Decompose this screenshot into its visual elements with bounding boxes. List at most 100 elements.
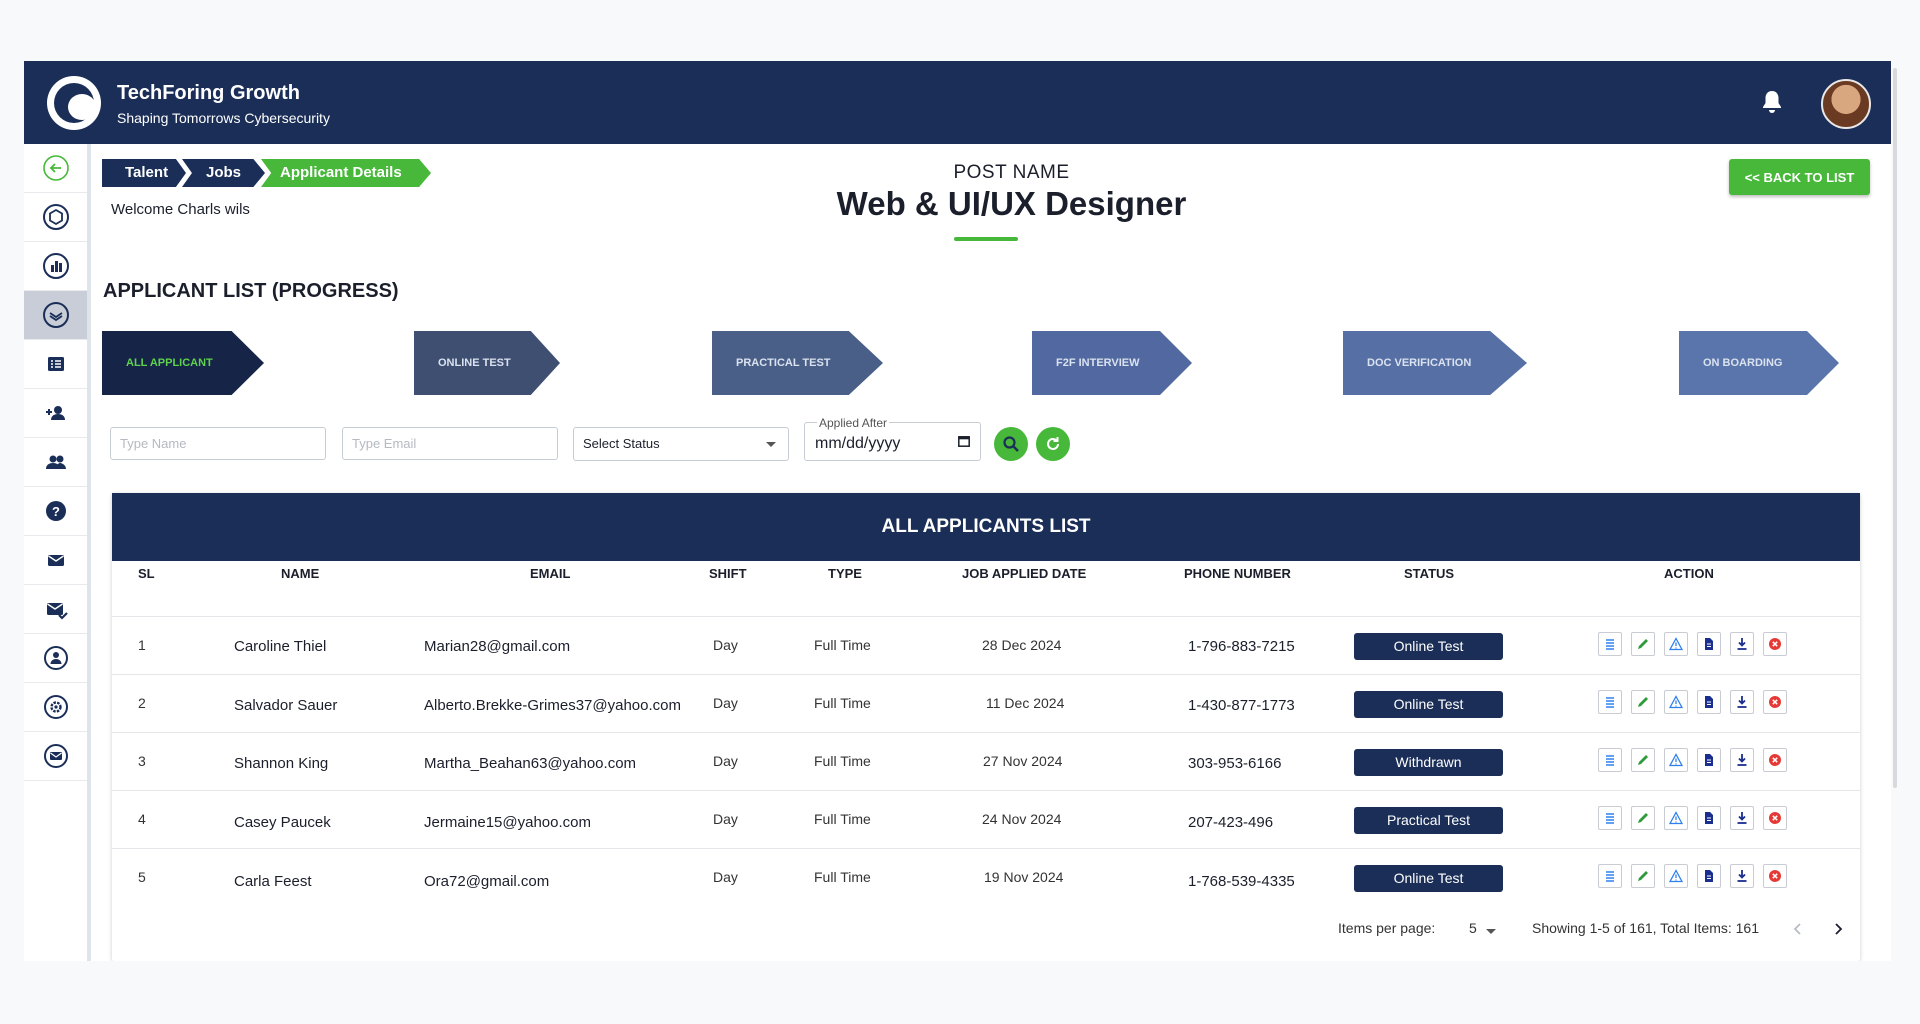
back-to-list-button[interactable]: << BACK TO LIST [1729, 159, 1870, 195]
sidebar-item-help[interactable]: ? [24, 487, 87, 536]
row-phone: 1-430-877-1773 [1188, 697, 1295, 714]
warning-button[interactable] [1664, 748, 1688, 772]
sidebar-item-add-user[interactable] [24, 389, 87, 438]
sidebar-item-talent[interactable] [24, 291, 87, 340]
warning-button[interactable] [1664, 864, 1688, 888]
warning-button[interactable] [1664, 632, 1688, 656]
search-button[interactable] [994, 427, 1028, 461]
delete-button[interactable] [1763, 806, 1787, 830]
delete-button[interactable] [1763, 864, 1787, 888]
edit-button[interactable] [1631, 748, 1655, 772]
document-icon [1705, 754, 1713, 766]
view-details-button[interactable] [1598, 690, 1622, 714]
pencil-icon [1638, 871, 1648, 881]
sidebar-item-settings[interactable] [24, 683, 87, 732]
delete-button[interactable] [1763, 632, 1787, 656]
close-circle-icon [1769, 754, 1781, 766]
delete-button[interactable] [1763, 748, 1787, 772]
items-per-page-select[interactable]: 5 [1469, 920, 1477, 936]
view-details-button[interactable] [1598, 806, 1622, 830]
add-user-icon [45, 406, 65, 420]
view-details-button[interactable] [1598, 632, 1622, 656]
document-icon [1705, 812, 1713, 824]
row-phone: 1-768-539-4335 [1188, 873, 1295, 890]
download-button[interactable] [1730, 864, 1754, 888]
step-on-boarding[interactable]: ON BOARDING [1679, 331, 1839, 395]
sidebar-item-users[interactable] [24, 438, 87, 487]
column-header-status: STATUS [1404, 566, 1455, 581]
document-button[interactable] [1697, 748, 1721, 772]
chart-icon [42, 253, 69, 279]
document-button[interactable] [1697, 864, 1721, 888]
sidebar-item-inbox[interactable] [24, 732, 87, 781]
calendar-icon[interactable] [958, 435, 970, 447]
sidebar-item-analytics[interactable] [24, 242, 87, 291]
breadcrumb-talent[interactable]: Talent [102, 159, 186, 187]
pagination-summary: Showing 1-5 of 161, Total Items: 161 [1532, 920, 1759, 936]
view-details-button[interactable] [1598, 748, 1622, 772]
document-button[interactable] [1697, 632, 1721, 656]
warning-button[interactable] [1664, 806, 1688, 830]
close-circle-icon [1769, 812, 1781, 824]
table-title: ALL APPLICANTS LIST [112, 493, 1860, 561]
reset-button[interactable] [1036, 427, 1070, 461]
applied-after-date-field[interactable]: Applied After mm/dd/yyyy [804, 416, 981, 461]
step-f2f-interview[interactable]: F2F INTERVIEW [1032, 331, 1192, 395]
users-icon [45, 455, 66, 469]
row-email: Martha_Beahan63@yahoo.com [424, 755, 637, 772]
column-header-type: TYPE [828, 566, 862, 581]
sidebar-item-list[interactable] [24, 340, 87, 389]
status-badge: Practical Test [1354, 807, 1503, 834]
items-per-page-label: Items per page: [1338, 920, 1436, 936]
mail-check-icon [46, 603, 68, 620]
step-practical-test[interactable]: PRACTICAL TEST [712, 331, 883, 395]
warning-icon [1669, 811, 1683, 825]
chevron-down-icon[interactable] [1486, 929, 1496, 934]
sidebar-item-mail[interactable] [24, 536, 87, 585]
status-select[interactable]: Select Status [573, 427, 789, 461]
close-circle-icon [1769, 696, 1781, 708]
sidebar-item-dashboard[interactable] [24, 193, 87, 242]
column-header-email: EMAIL [530, 566, 571, 581]
applied-after-value: mm/dd/yyyy [815, 435, 901, 452]
row-email: Jermaine15@yahoo.com [424, 814, 591, 831]
row-shift: Day [713, 695, 738, 711]
breadcrumb-jobs[interactable]: Jobs [182, 159, 265, 187]
download-button[interactable] [1730, 690, 1754, 714]
edit-button[interactable] [1631, 806, 1655, 830]
row-sl: 2 [138, 695, 146, 711]
previous-page-icon[interactable] [1792, 922, 1804, 936]
close-circle-icon [1769, 870, 1781, 882]
sidebar-item-profile[interactable] [24, 634, 87, 683]
row-email: Ora72@gmail.com [424, 873, 550, 890]
document-icon [1705, 638, 1713, 650]
edit-button[interactable] [1631, 690, 1655, 714]
document-button[interactable] [1697, 690, 1721, 714]
brand-subtitle: Shaping Tomorrows Cybersecurity [117, 110, 330, 126]
warning-button[interactable] [1664, 690, 1688, 714]
name-search-input[interactable] [110, 427, 326, 460]
sidebar: ? [24, 144, 91, 961]
section-title: APPLICANT LIST (PROGRESS) [103, 280, 399, 302]
column-header-phone: PHONE NUMBER [1184, 566, 1291, 581]
edit-button[interactable] [1631, 632, 1655, 656]
step-all-applicant[interactable]: ALL APPLICANT [102, 331, 264, 395]
page-scrollbar[interactable] [1893, 68, 1897, 788]
cube-icon [42, 204, 69, 230]
email-search-input[interactable] [342, 427, 558, 460]
edit-button[interactable] [1631, 864, 1655, 888]
row-sl: 5 [138, 869, 146, 885]
download-button[interactable] [1730, 632, 1754, 656]
download-button[interactable] [1730, 806, 1754, 830]
view-details-button[interactable] [1598, 864, 1622, 888]
document-button[interactable] [1697, 806, 1721, 830]
step-online-test[interactable]: ONLINE TEST [414, 331, 560, 395]
delete-button[interactable] [1763, 690, 1787, 714]
step-doc-verification[interactable]: DOC VERIFICATION [1343, 331, 1527, 395]
user-avatar[interactable] [1821, 79, 1871, 129]
next-page-icon[interactable] [1832, 922, 1844, 936]
sidebar-item-mail-check[interactable] [24, 585, 87, 634]
download-button[interactable] [1730, 748, 1754, 772]
notification-bell-icon[interactable] [1760, 89, 1784, 115]
sidebar-item-back[interactable] [24, 144, 87, 193]
